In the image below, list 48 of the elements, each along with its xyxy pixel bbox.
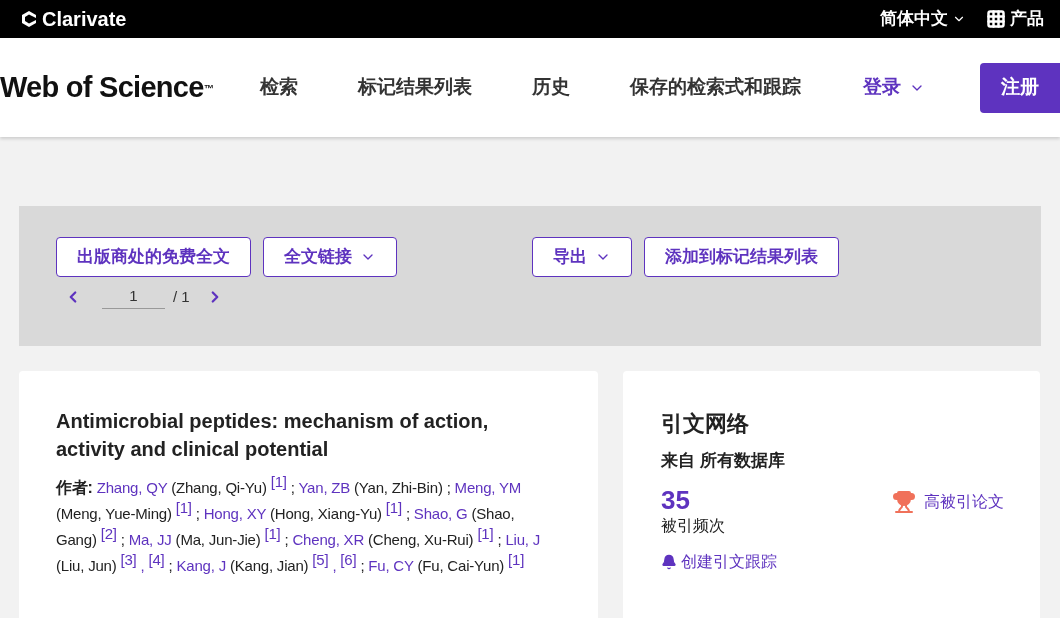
author-link[interactable]: Meng, YM [454,479,522,496]
nav-link[interactable]: 保存的检索式和跟踪 [630,73,801,102]
create-alert-link[interactable]: 创建引文跟踪 [661,549,1004,574]
page-input[interactable]: 1 [102,285,165,309]
dropdown-button[interactable]: 全文链接 [263,237,397,277]
nav-link[interactable]: 标记结果列表 [358,73,472,102]
language-selector[interactable]: 简体中文 [880,6,966,32]
record-title: Antimicrobial peptides: mechanism of action, activity and clinical potential [56,409,490,462]
action-button[interactable]: 添加到标记结果列表 [644,237,839,277]
highly-cited-link[interactable]: 高被引论文 [892,489,1004,538]
citation-count[interactable]: 35 [661,485,725,514]
login-menu[interactable]: 登录 [863,73,925,102]
grid-icon [986,9,1006,29]
author-link[interactable]: Ma, JJ [128,531,172,548]
author-link[interactable]: Hong, XY [203,505,267,522]
affiliation-link[interactable]: [4] [148,551,165,569]
affiliation-link[interactable]: [6] [340,551,357,569]
trophy-icon [892,489,916,514]
affiliation-link[interactable]: [3] [120,551,137,569]
bell-icon [661,553,677,570]
affiliation-link[interactable]: [1] [264,525,281,543]
affiliation-link[interactable]: [1] [508,551,525,569]
brand-name: Clarivate [42,7,127,32]
affiliation-link[interactable]: [1] [477,525,494,543]
citation-network-title: 引文网络 [661,410,750,438]
dropdown-button[interactable]: 导出 [532,237,632,277]
author-link[interactable]: Fu, CY [368,557,414,574]
author-link[interactable]: Kang, J [176,557,226,574]
citation-count-label: 被引频次 [661,515,725,536]
products-button[interactable]: 产品 [986,6,1044,32]
author-link[interactable]: Shao, G [413,505,468,522]
action-button[interactable]: 出版商处的免费全文 [56,237,251,277]
nav-link[interactable]: 历史 [532,73,570,102]
author-link[interactable]: Liu, J [505,531,541,548]
author-link[interactable]: Zhang, QY [96,479,168,496]
affiliation-link[interactable]: [1] [270,473,287,491]
brand-logo-icon [20,10,38,28]
affiliation-link[interactable]: [2] [100,525,117,543]
site-logo: Web of Science$^{™}$ [0,69,214,105]
source-label: 来自 所有数据库 [661,450,786,472]
register-button[interactable]: 注册 [980,62,1060,113]
author-link[interactable]: Cheng, XR [292,531,365,548]
affiliation-link[interactable]: [5] [312,551,329,569]
author-link[interactable]: Yan, ZB [298,479,351,496]
affiliation-link[interactable]: [1] [385,499,402,517]
nav-link[interactable]: 检索 [260,73,298,102]
affiliation-link[interactable]: [1] [175,499,192,517]
page-total: / 1 [173,286,190,307]
